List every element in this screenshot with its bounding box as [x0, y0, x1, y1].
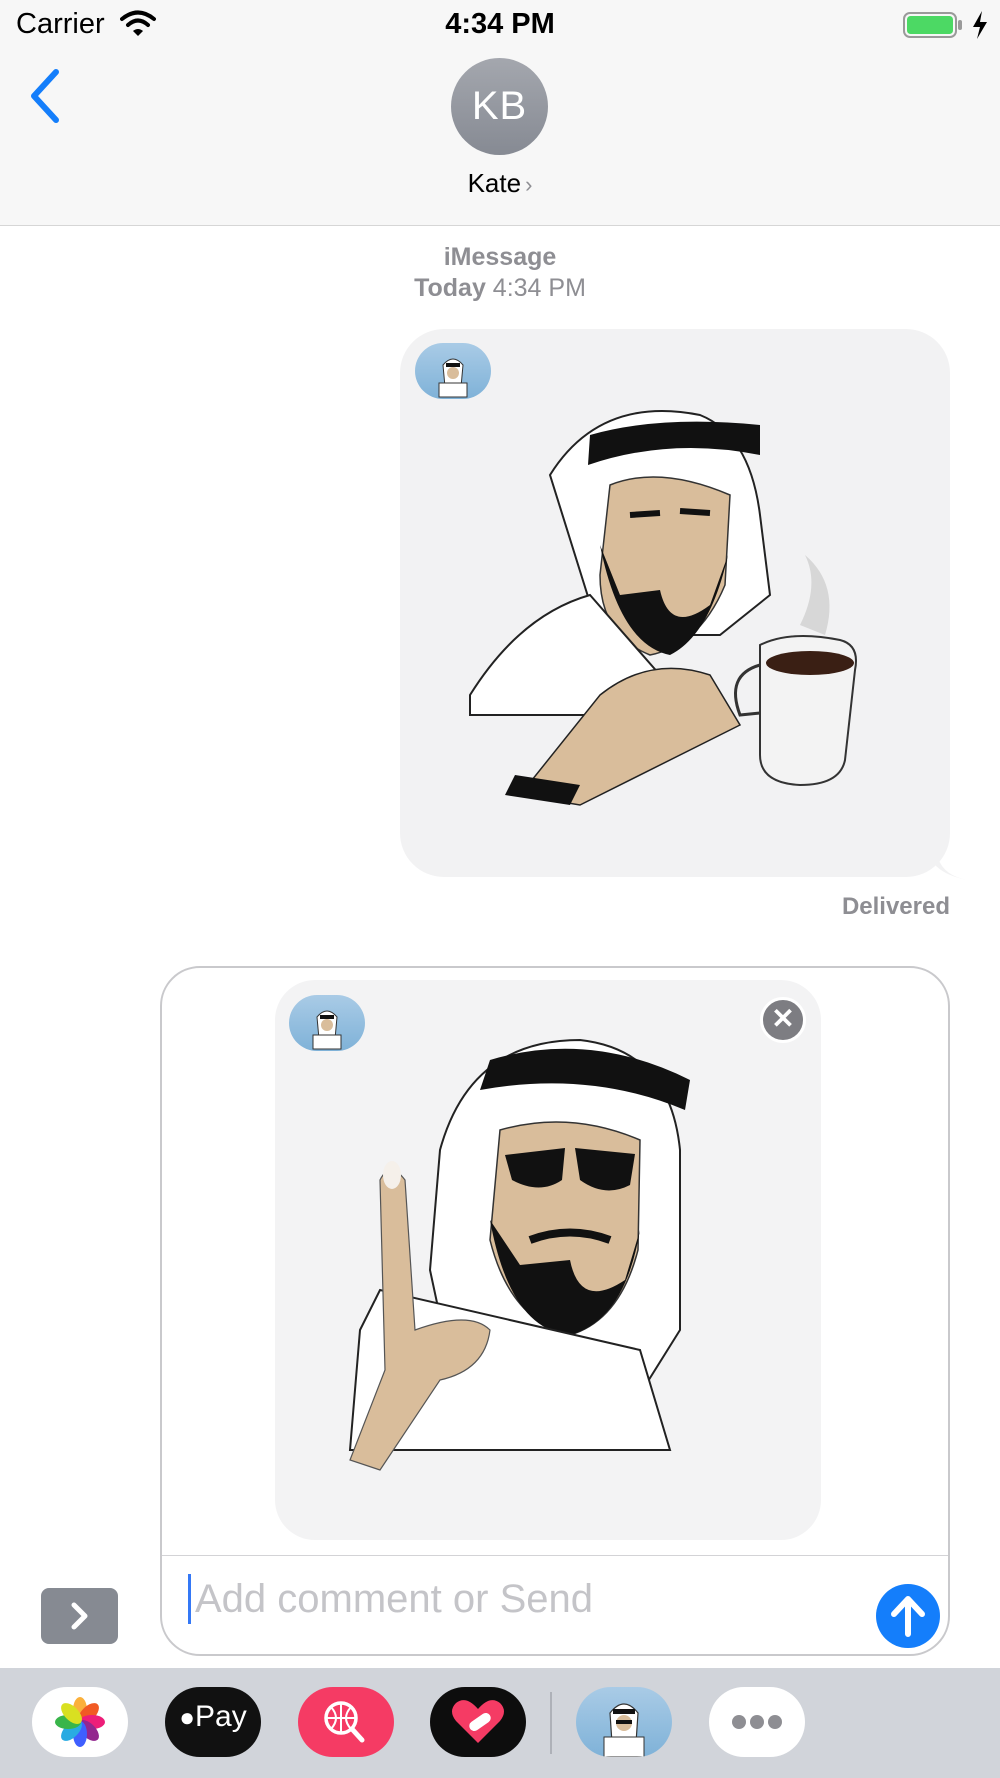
web-search-app-icon[interactable] [298, 1687, 394, 1757]
bubble-tail [928, 852, 968, 880]
text-cursor [188, 1574, 191, 1624]
send-button[interactable] [876, 1584, 940, 1648]
apple-logo-icon: ● [179, 1702, 195, 1732]
sticker-man-icon [603, 1703, 645, 1757]
message-timestamp: Today 4:34 PM [0, 274, 1000, 303]
apple-pay-label: ●Pay [165, 1700, 261, 1734]
sticker-app-icon[interactable] [576, 1687, 672, 1757]
ellipsis-icon [732, 1715, 782, 1729]
service-label: iMessage [443, 243, 557, 271]
sticker-app-badge [415, 343, 491, 399]
chevron-right-icon: › [525, 172, 533, 197]
remove-sticker-button[interactable]: ✕ [760, 997, 806, 1043]
battery-icon [903, 12, 962, 38]
photos-app-icon[interactable] [32, 1687, 128, 1757]
comment-input[interactable] [195, 1570, 835, 1628]
app-drawer-separator [550, 1692, 552, 1754]
delivery-status: Delivered [841, 893, 950, 920]
sticker-app-badge-icon [438, 358, 468, 398]
timestamp-time: 4:34 PM [492, 274, 586, 302]
man-with-sunglasses-pointing-sticker [348, 1038, 690, 1471]
contact-avatar[interactable]: KB [451, 58, 548, 155]
compose-divider [162, 1555, 948, 1556]
photos-flower-icon [55, 1697, 105, 1747]
contact-name: Kate [467, 168, 522, 198]
globe-search-icon [324, 1701, 365, 1743]
contact-name-button[interactable]: Kate › [0, 168, 1000, 199]
heart-app-icon[interactable] [430, 1687, 526, 1757]
man-with-coffee-sticker [469, 410, 857, 806]
charging-bolt-icon [973, 11, 987, 39]
timestamp-day: Today [414, 274, 486, 302]
pay-text: Pay [195, 1700, 247, 1733]
heart-bandage-icon [452, 1700, 504, 1743]
status-time: 4:34 PM [445, 8, 555, 40]
more-apps-icon[interactable] [709, 1687, 805, 1757]
expand-apps-button[interactable] [41, 1588, 118, 1644]
back-button[interactable] [22, 64, 68, 128]
